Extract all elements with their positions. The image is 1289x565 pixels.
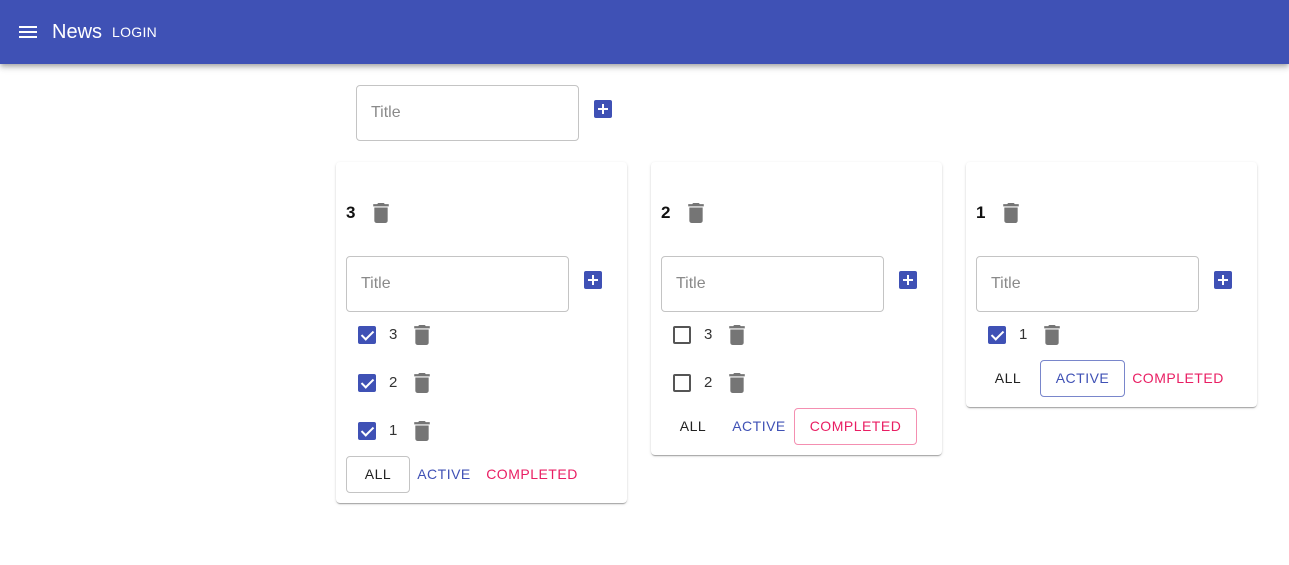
delete-icon[interactable]	[413, 421, 431, 441]
task-checkbox[interactable]	[358, 326, 376, 344]
app-title: News	[52, 21, 103, 43]
delete-icon[interactable]	[372, 203, 390, 223]
todolist-card: 3 3 2 1 ALL ACTIVE COMPLETED	[336, 162, 627, 503]
task-label: 1	[1019, 326, 1028, 343]
todolist-title: 1	[976, 203, 986, 222]
task-title-input[interactable]	[662, 257, 883, 311]
new-todolist-field	[356, 85, 579, 141]
delete-icon[interactable]	[728, 325, 746, 345]
task-checkbox[interactable]	[358, 422, 376, 440]
new-todolist-input[interactable]	[357, 86, 578, 140]
task-title-field	[661, 256, 884, 312]
filter-active-button[interactable]: ACTIVE	[1040, 360, 1125, 397]
task-checkbox[interactable]	[673, 326, 691, 344]
filter-completed-button[interactable]: COMPLETED	[794, 408, 917, 445]
delete-icon[interactable]	[413, 373, 431, 393]
delete-icon[interactable]	[1043, 325, 1061, 345]
add-box-icon[interactable]	[584, 271, 602, 289]
delete-icon[interactable]	[687, 203, 705, 223]
task-title-input[interactable]	[977, 257, 1198, 311]
app-bar: News LOGIN	[0, 0, 1289, 64]
filter-completed-button[interactable]: COMPLETED	[1126, 360, 1230, 397]
task-label: 3	[389, 326, 398, 343]
add-box-icon[interactable]	[1214, 271, 1232, 289]
delete-icon[interactable]	[413, 325, 431, 345]
filter-active-button[interactable]: ACTIVE	[412, 456, 476, 493]
todolist-title: 2	[661, 203, 671, 222]
filter-active-button[interactable]: ACTIVE	[727, 408, 791, 445]
filter-all-button[interactable]: ALL	[346, 456, 410, 493]
add-box-icon[interactable]	[899, 271, 917, 289]
todolist-title: 3	[346, 203, 356, 222]
task-checkbox[interactable]	[988, 326, 1006, 344]
menu-icon[interactable]	[16, 20, 40, 44]
login-button[interactable]: LOGIN	[112, 24, 157, 40]
delete-icon[interactable]	[1002, 203, 1020, 223]
task-label: 2	[704, 374, 713, 391]
todolist-card: 2 3 2 ALL ACTIVE COMPLETED	[651, 162, 942, 455]
filter-all-button[interactable]: ALL	[976, 360, 1040, 397]
add-box-icon[interactable]	[594, 100, 612, 118]
delete-icon[interactable]	[728, 373, 746, 393]
task-checkbox[interactable]	[673, 374, 691, 392]
task-title-input[interactable]	[347, 257, 568, 311]
filter-all-button[interactable]: ALL	[661, 408, 725, 445]
task-label: 2	[389, 374, 398, 391]
task-label: 3	[704, 326, 713, 343]
task-label: 1	[389, 422, 398, 439]
task-title-field	[346, 256, 569, 312]
task-checkbox[interactable]	[358, 374, 376, 392]
task-title-field	[976, 256, 1199, 312]
filter-completed-button[interactable]: COMPLETED	[478, 456, 586, 493]
todolist-card: 1 1 ALL ACTIVE COMPLETED	[966, 162, 1257, 407]
